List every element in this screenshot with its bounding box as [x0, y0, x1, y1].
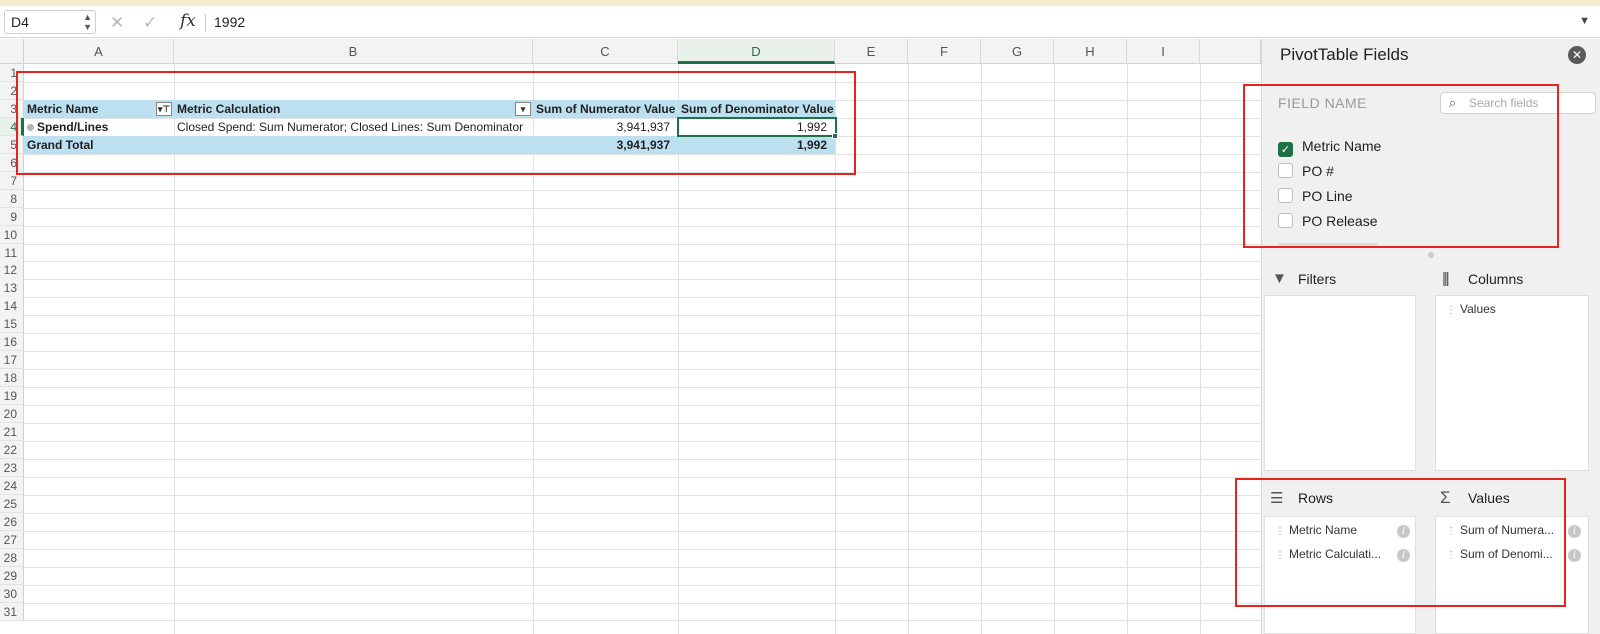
- row-header-15[interactable]: 15: [0, 315, 24, 334]
- grid-line: [24, 243, 1261, 245]
- grid-line: [24, 512, 1261, 514]
- row-header-21[interactable]: 21: [0, 423, 24, 442]
- column-header-i[interactable]: I: [1127, 39, 1200, 64]
- pivottable-fields-pane: PivotTable Fields ✕ FIELD NAME ⌕ Search …: [1235, 39, 1600, 634]
- highlight-box-field-list: [1243, 84, 1559, 248]
- grid-line: [24, 225, 1261, 227]
- row-header-18[interactable]: 18: [0, 369, 24, 388]
- filters-drop-zone[interactable]: [1264, 295, 1416, 471]
- row-header-25[interactable]: 25: [0, 494, 24, 513]
- grid-line: [24, 333, 1261, 335]
- row-header-13[interactable]: 13: [0, 279, 24, 298]
- row-header-24[interactable]: 24: [0, 476, 24, 496]
- grid-line: [24, 297, 1261, 299]
- column-header-f[interactable]: F: [908, 39, 981, 64]
- info-icon[interactable]: i: [1568, 525, 1581, 538]
- row-header-9[interactable]: 9: [0, 207, 24, 226]
- row-header-29[interactable]: 29: [0, 566, 24, 585]
- pane-title: PivotTable Fields: [1280, 45, 1409, 64]
- grid-line: [24, 530, 1261, 532]
- columns-zone-title: Columns: [1468, 271, 1524, 287]
- row-header-23[interactable]: 23: [0, 458, 24, 478]
- grid-line: [24, 440, 1261, 442]
- grid-line: [24, 279, 1261, 281]
- grid-line: [24, 458, 1261, 460]
- row-header-31[interactable]: 31: [0, 602, 24, 621]
- formula-bar: D4 ▲ ▼ ✕ ✓ fx 1992 ▼: [0, 6, 1600, 38]
- grid-line: [24, 369, 1261, 371]
- select-all-corner[interactable]: [0, 39, 24, 64]
- row-header-12[interactable]: 12: [0, 261, 24, 280]
- column-header-d[interactable]: D: [678, 39, 835, 64]
- column-header-g[interactable]: G: [981, 39, 1054, 64]
- column-header-c[interactable]: C: [533, 39, 678, 64]
- pane-splitter[interactable]: [1428, 252, 1434, 258]
- grid-line: [24, 620, 1261, 622]
- row-header-20[interactable]: 20: [0, 405, 24, 424]
- close-icon[interactable]: ✕: [1568, 46, 1586, 64]
- highlight-box-rows-values: [1235, 478, 1566, 607]
- grid-line: [24, 494, 1261, 496]
- name-box[interactable]: D4 ▲ ▼: [4, 10, 96, 34]
- row-header-27[interactable]: 27: [0, 530, 24, 549]
- grid-line: [24, 423, 1261, 424]
- info-icon[interactable]: i: [1568, 549, 1581, 562]
- columns-drop-zone[interactable]: ⋮ Values: [1435, 295, 1589, 471]
- column-header-h[interactable]: H: [1054, 39, 1127, 64]
- columns-item-values[interactable]: ⋮ Values: [1446, 302, 1496, 316]
- column-header-b[interactable]: B: [174, 39, 533, 64]
- grid-line: [24, 351, 1261, 353]
- columns-icon: |||: [1442, 270, 1450, 287]
- grid-line: [24, 387, 1261, 389]
- grid-line: [24, 476, 1261, 478]
- grid-line: [24, 189, 1261, 191]
- highlight-box-pivot-table: [16, 71, 856, 175]
- spreadsheet-grid[interactable]: A B C D E F G H I 1 2 3 4 5 6 7 8 9 10 11 12 13 14 15 1…: [0, 39, 1261, 634]
- row-header-16[interactable]: 16: [0, 333, 24, 352]
- column-header-e[interactable]: E: [835, 39, 908, 64]
- grid-line: [24, 602, 1261, 604]
- row-header-10[interactable]: 10: [0, 225, 24, 244]
- row-header-17[interactable]: 17: [0, 351, 24, 370]
- grid-line: [24, 405, 1261, 407]
- row-header-14[interactable]: 14: [0, 297, 24, 316]
- grid-line: [24, 584, 1261, 586]
- drag-handle-icon[interactable]: ⋮: [1446, 305, 1456, 316]
- filter-icon: ▼: [1272, 270, 1287, 287]
- filters-zone-title: Filters: [1298, 271, 1337, 287]
- row-header-8[interactable]: 8: [0, 189, 24, 208]
- name-box-value: D4: [11, 14, 29, 30]
- formula-input[interactable]: 1992: [214, 14, 245, 30]
- grid-line: [24, 207, 1261, 209]
- row-header-26[interactable]: 26: [0, 512, 24, 531]
- grid-line: [24, 315, 1261, 317]
- row-header-30[interactable]: 30: [0, 584, 24, 603]
- column-header-a[interactable]: A: [24, 39, 174, 64]
- grid-line: [24, 566, 1261, 568]
- row-header-11[interactable]: 11: [0, 243, 24, 262]
- row-header-22[interactable]: 22: [0, 440, 24, 460]
- cancel-icon[interactable]: ✕: [110, 13, 124, 33]
- row-header-28[interactable]: 28: [0, 548, 24, 567]
- grid-line: [24, 548, 1261, 550]
- column-header-j[interactable]: [1200, 39, 1261, 64]
- enter-check-icon[interactable]: ✓: [143, 13, 157, 33]
- grid-line: [24, 261, 1261, 263]
- expand-formula-chevron-icon[interactable]: ▼: [1579, 15, 1590, 27]
- formula-divider: [205, 14, 206, 32]
- zone-item-label: Values: [1460, 302, 1496, 316]
- name-box-stepper-icon[interactable]: ▲ ▼: [83, 12, 92, 32]
- insert-function-icon[interactable]: fx: [180, 11, 196, 31]
- row-header-19[interactable]: 19: [0, 387, 24, 406]
